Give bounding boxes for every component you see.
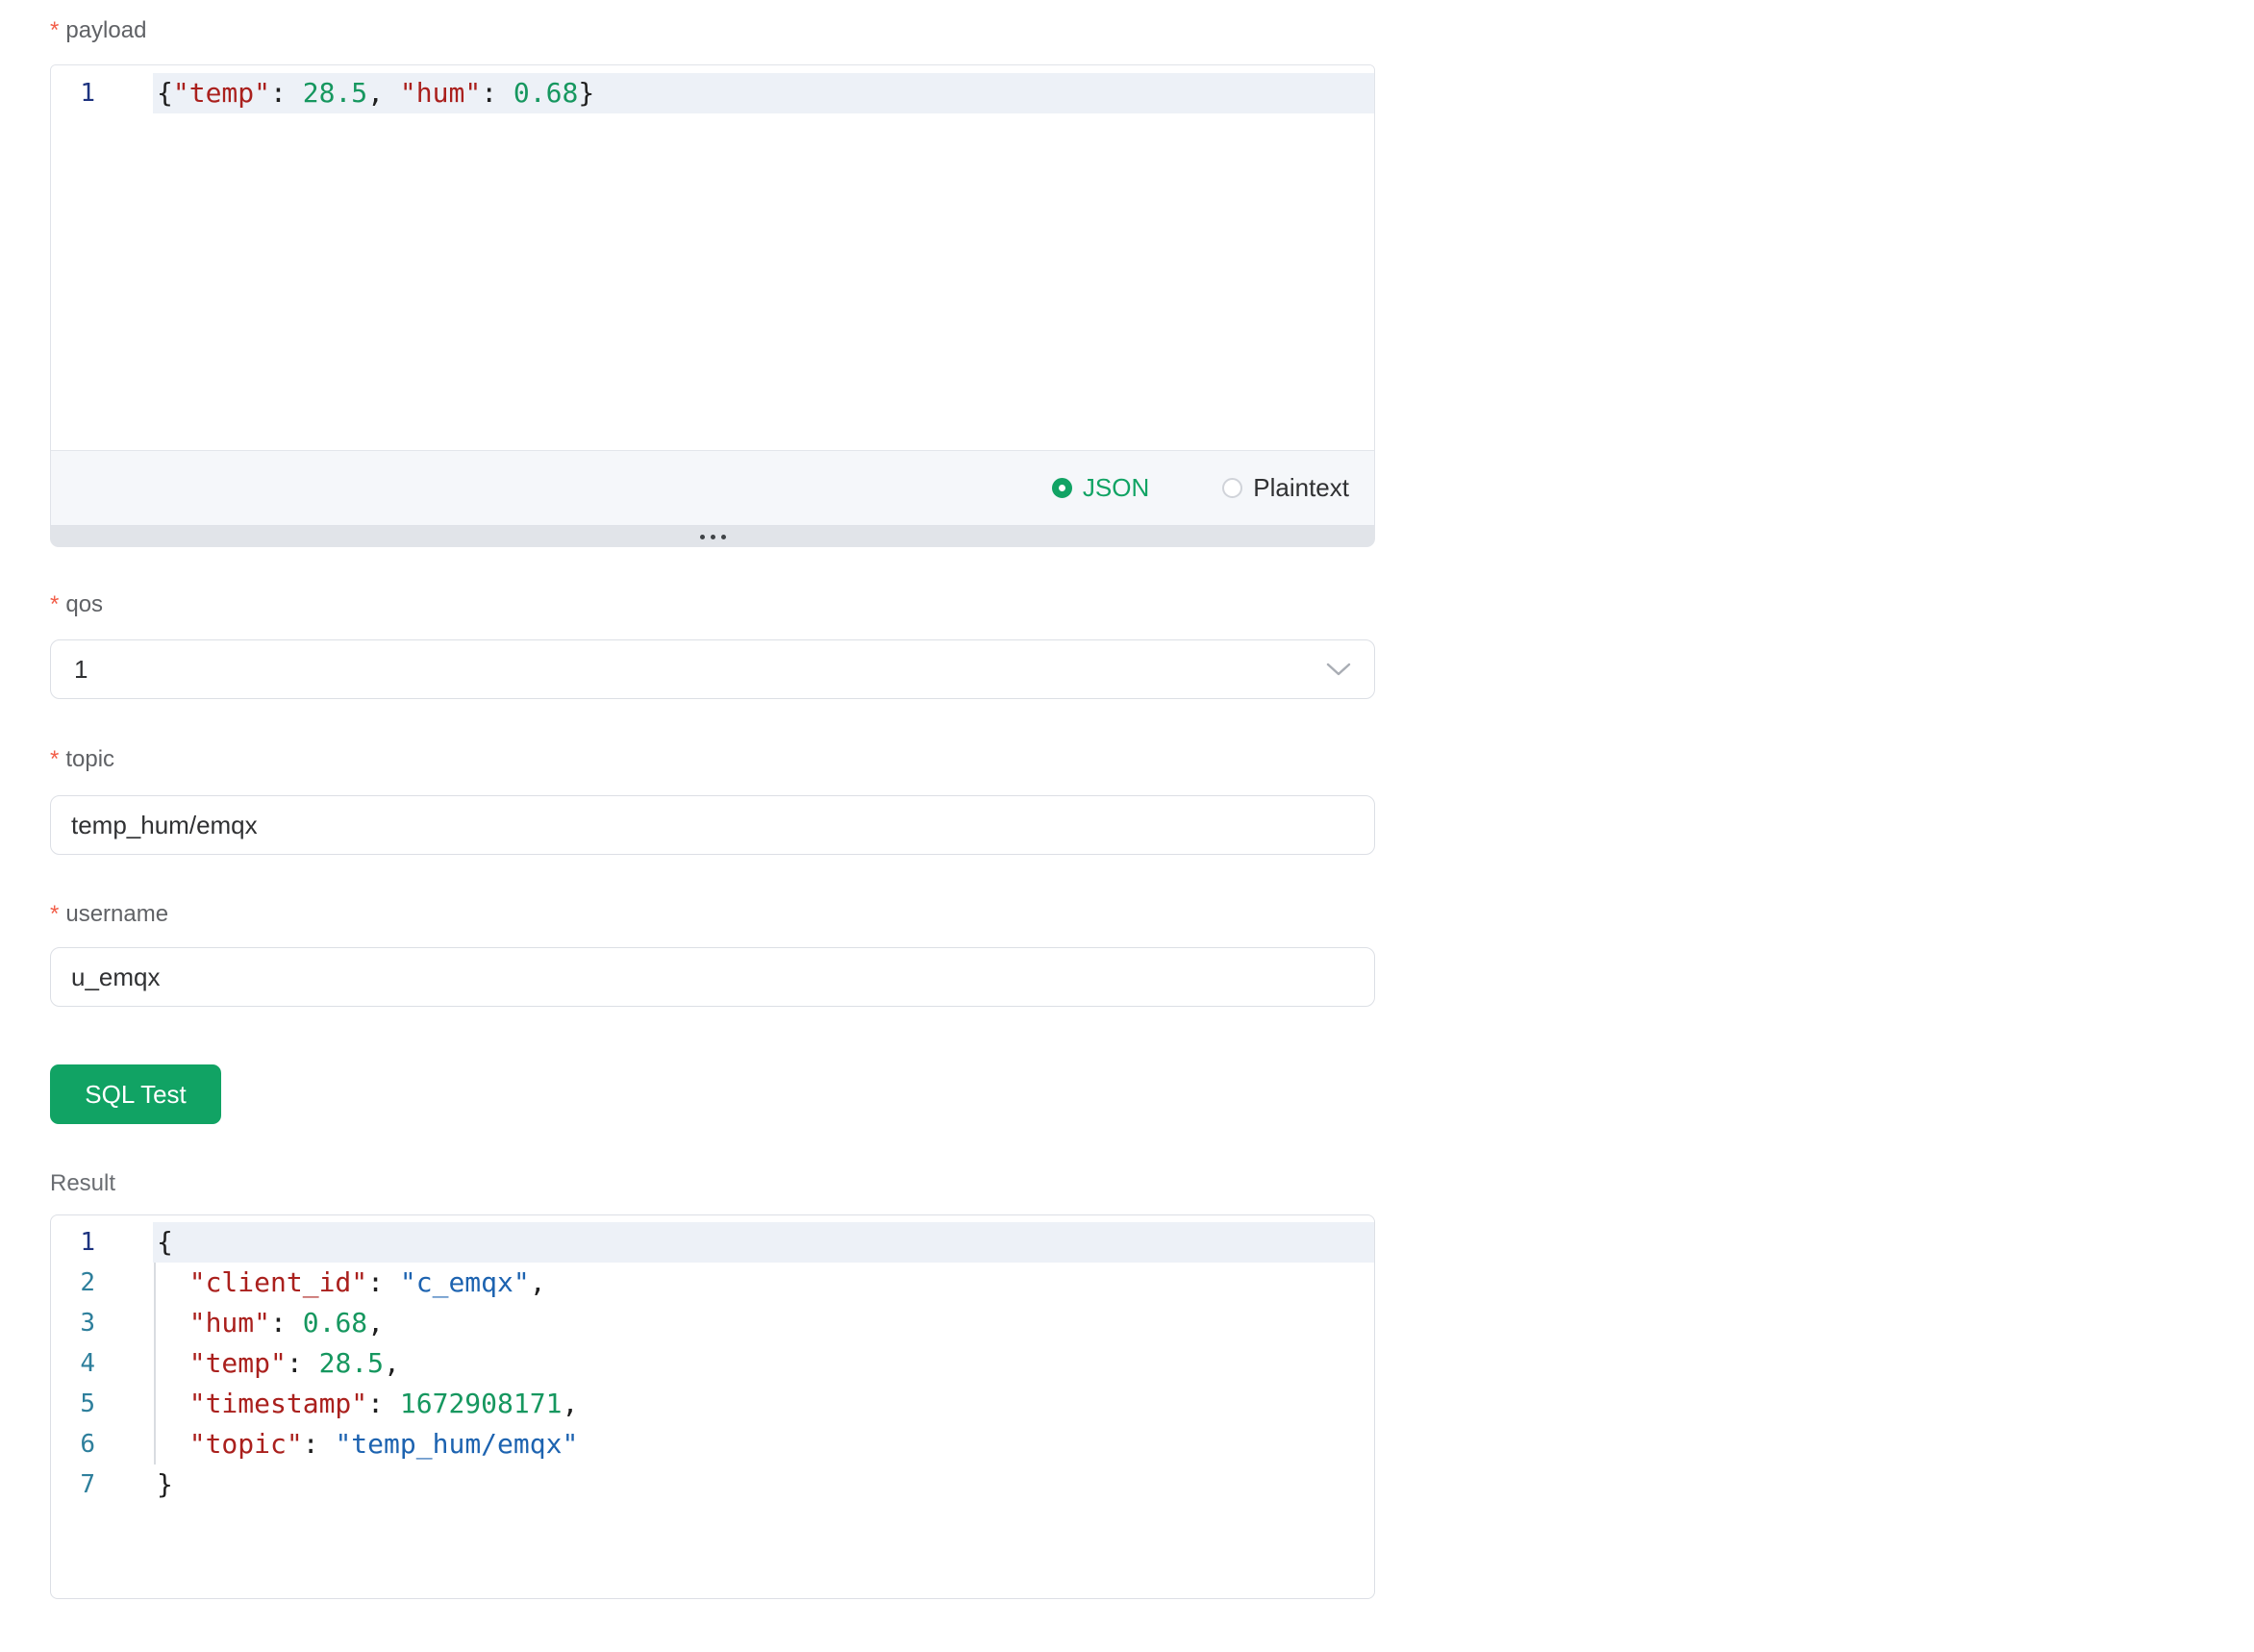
chevron-down-icon <box>1326 663 1351 677</box>
code-line: 6 "topic": "temp_hum/emqx" <box>51 1424 1374 1464</box>
payload-editor: 1{"temp": 28.5, "hum": 0.68} JSON Plainte… <box>50 64 1375 526</box>
radio-unselected-icon <box>1222 478 1242 498</box>
username-input[interactable] <box>50 947 1375 1007</box>
qos-select[interactable]: 1 <box>50 639 1375 699</box>
required-marker: * <box>50 590 59 618</box>
payload-format-radio-plaintext[interactable]: Plaintext <box>1222 473 1349 503</box>
code-line: 3 "hum": 0.68, <box>51 1303 1374 1343</box>
payload-resize-handle[interactable] <box>50 526 1375 547</box>
result-label-text: Result <box>50 1169 115 1197</box>
qos-selected-value: 1 <box>74 655 88 685</box>
code-line: 4 "temp": 28.5, <box>51 1343 1374 1384</box>
username-label-text: username <box>65 900 168 928</box>
line-number: 7 <box>51 1464 153 1505</box>
drag-dots-icon <box>721 535 726 539</box>
line-number: 5 <box>51 1384 153 1424</box>
payload-code-area[interactable]: 1{"temp": 28.5, "hum": 0.68} <box>51 65 1374 450</box>
payload-label: * payload <box>50 16 1375 44</box>
code-line-text: { <box>153 1222 1374 1263</box>
required-marker: * <box>50 745 59 773</box>
code-line-text: "hum": 0.68, <box>153 1303 1374 1343</box>
page: * payload 1{"temp": 28.5, "hum": 0.68} J… <box>0 0 2254 1652</box>
code-line-text: "timestamp": 1672908171, <box>153 1384 1374 1424</box>
line-number: 1 <box>51 73 153 113</box>
code-line: 5 "timestamp": 1672908171, <box>51 1384 1374 1424</box>
radio-label: JSON <box>1083 473 1149 503</box>
qos-label-text: qos <box>65 590 103 618</box>
line-number: 1 <box>51 1222 153 1263</box>
code-line-text: {"temp": 28.5, "hum": 0.68} <box>153 73 1374 113</box>
topic-label-text: topic <box>65 745 114 773</box>
code-line: 7} <box>51 1464 1374 1505</box>
indent-guide <box>154 1263 156 1464</box>
topic-label: * topic <box>50 745 1375 773</box>
qos-label: * qos <box>50 590 1375 618</box>
drag-dots-icon <box>700 535 705 539</box>
drag-dots-icon <box>711 535 715 539</box>
payload-label-text: payload <box>65 16 146 44</box>
line-number: 6 <box>51 1424 153 1464</box>
result-label: Result <box>50 1169 1375 1197</box>
result-code-area: 1{2 "client_id": "c_emqx",3 "hum": 0.68,… <box>50 1214 1375 1599</box>
username-label: * username <box>50 900 1375 928</box>
radio-selected-icon <box>1052 478 1072 498</box>
payload-format-radio-group: JSON Plaintext <box>1052 473 1349 503</box>
line-number: 2 <box>51 1263 153 1303</box>
payload-format-toolbar: JSON Plaintext <box>51 450 1374 525</box>
required-marker: * <box>50 900 59 928</box>
radio-label: Plaintext <box>1253 473 1349 503</box>
sql-test-button[interactable]: SQL Test <box>50 1064 221 1124</box>
code-line-text: "client_id": "c_emqx", <box>153 1263 1374 1303</box>
line-number: 4 <box>51 1343 153 1384</box>
code-line: 1{"temp": 28.5, "hum": 0.68} <box>51 73 1374 113</box>
code-line-text: "topic": "temp_hum/emqx" <box>153 1424 1374 1464</box>
topic-input[interactable] <box>50 795 1375 855</box>
code-line-text: "temp": 28.5, <box>153 1343 1374 1384</box>
code-line: 1{ <box>51 1222 1374 1263</box>
required-marker: * <box>50 16 59 44</box>
line-number: 3 <box>51 1303 153 1343</box>
code-line-text: } <box>153 1464 1374 1505</box>
payload-format-radio-json[interactable]: JSON <box>1052 473 1149 503</box>
sql-test-form: * payload 1{"temp": 28.5, "hum": 0.68} J… <box>50 16 1375 1599</box>
code-line: 2 "client_id": "c_emqx", <box>51 1263 1374 1303</box>
